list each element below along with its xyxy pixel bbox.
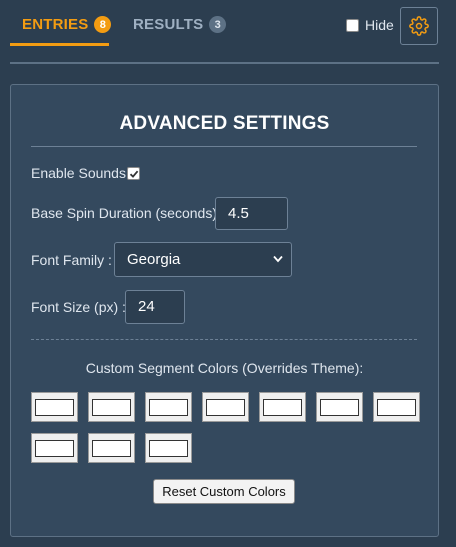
color-swatch-7[interactable] bbox=[373, 392, 420, 422]
tab-results[interactable]: RESULTS 3 bbox=[133, 16, 227, 33]
color-swatch-9[interactable] bbox=[88, 433, 135, 463]
font-size-input[interactable]: 24 bbox=[125, 290, 185, 324]
reset-custom-colors-button[interactable]: Reset Custom Colors bbox=[153, 479, 295, 504]
color-swatch-fill bbox=[35, 439, 74, 457]
entries-count-badge: 8 bbox=[94, 16, 112, 33]
panel-title: ADVANCED SETTINGS bbox=[119, 113, 330, 134]
title-divider bbox=[31, 146, 417, 147]
gear-icon bbox=[409, 16, 429, 36]
hide-checkbox[interactable] bbox=[346, 18, 359, 32]
color-swatch-fill bbox=[149, 439, 188, 457]
color-swatch-fill bbox=[206, 398, 245, 416]
hide-label: Hide bbox=[365, 17, 394, 33]
color-swatch-8[interactable] bbox=[31, 433, 78, 463]
checkmark-icon bbox=[129, 170, 138, 178]
settings-button[interactable] bbox=[400, 7, 438, 45]
color-swatch-fill bbox=[149, 398, 188, 416]
color-swatch-1[interactable] bbox=[31, 392, 78, 422]
active-tab-indicator bbox=[10, 43, 109, 46]
tab-entries-label: ENTRIES bbox=[22, 16, 89, 33]
tab-bar: ENTRIES 8 RESULTS 3 Hide bbox=[0, 0, 456, 48]
color-swatch-fill bbox=[35, 398, 74, 416]
color-swatch-grid bbox=[31, 392, 423, 463]
color-swatch-4[interactable] bbox=[202, 392, 249, 422]
hide-toggle[interactable]: Hide bbox=[346, 17, 394, 33]
tab-divider bbox=[10, 62, 439, 64]
font-family-label: Font Family : bbox=[31, 252, 112, 268]
enable-sounds-label: Enable Sounds : bbox=[31, 165, 134, 181]
color-swatch-fill bbox=[320, 398, 359, 416]
color-swatch-2[interactable] bbox=[88, 392, 135, 422]
font-size-label: Font Size (px) : bbox=[31, 299, 126, 315]
color-swatch-6[interactable] bbox=[316, 392, 363, 422]
font-family-select[interactable]: Georgia bbox=[114, 242, 292, 277]
spin-duration-label: Base Spin Duration (seconds) : bbox=[31, 205, 225, 221]
tab-entries[interactable]: ENTRIES 8 bbox=[22, 16, 112, 33]
color-swatch-fill bbox=[377, 398, 416, 416]
color-swatch-fill bbox=[92, 398, 131, 416]
chevron-down-icon bbox=[273, 255, 283, 263]
advanced-settings-panel: ADVANCED SETTINGS Enable Sounds : Base S… bbox=[10, 84, 439, 537]
enable-sounds-checkbox[interactable] bbox=[127, 167, 140, 180]
section-divider bbox=[31, 339, 417, 340]
color-swatch-fill bbox=[92, 439, 131, 457]
color-swatch-3[interactable] bbox=[145, 392, 192, 422]
custom-colors-label: Custom Segment Colors (Overrides Theme): bbox=[85, 360, 364, 376]
color-swatch-fill bbox=[263, 398, 302, 416]
font-family-value: Georgia bbox=[127, 251, 181, 268]
results-count-badge: 3 bbox=[209, 16, 227, 33]
spin-duration-input[interactable]: 4.5 bbox=[215, 197, 288, 230]
color-swatch-10[interactable] bbox=[145, 433, 192, 463]
tab-results-label: RESULTS bbox=[133, 16, 204, 33]
color-swatch-5[interactable] bbox=[259, 392, 306, 422]
